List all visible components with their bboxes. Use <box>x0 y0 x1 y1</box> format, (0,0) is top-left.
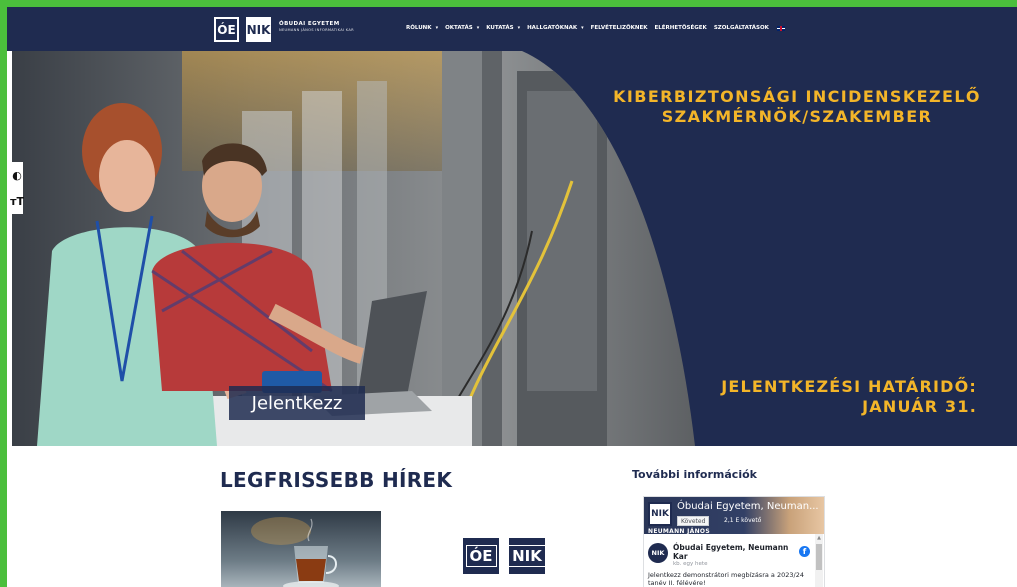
facebook-cover-text: NEUMANN JÁNOS <box>648 528 710 535</box>
facebook-post-time[interactable]: kb. egy hete <box>673 561 707 567</box>
nav-item-szolgaltatasok[interactable]: SZOLGÁLTATÁSOK <box>714 25 769 31</box>
news-logo-oe-text: ÓE <box>465 545 497 567</box>
facebook-page-name[interactable]: Óbudai Egyetem, Neuman... <box>677 501 819 512</box>
logo-nik[interactable]: NIK <box>246 17 271 42</box>
nav-label: KUTATÁS <box>486 25 514 31</box>
org-name-line2: NEUMANN JÁNOS INFORMATIKAI KAR <box>279 28 354 32</box>
facebook-icon[interactable]: f <box>799 546 810 557</box>
org-name[interactable]: ÓBUDAI EGYETEM NEUMANN JÁNOS INFORMATIKA… <box>279 21 354 32</box>
nav-label: OKTATÁS <box>445 25 473 31</box>
hero-deadline-line2: JANUÁR 31. <box>862 397 977 416</box>
accessibility-toolbar: ◐ ᴛT <box>10 162 24 214</box>
nav-item-kutatas[interactable]: KUTATÁS ▾ <box>486 25 520 31</box>
hero-title: KIBERBIZTONSÁGI INCIDENSKEZELŐ SZAKMÉRNÖ… <box>587 87 1007 127</box>
facebook-post-text: Jelentkezz demonstrátori megbízásra a 20… <box>648 571 804 587</box>
facebook-widget: NIK Óbudai Egyetem, Neuman... Követed 2,… <box>643 496 825 587</box>
hero-banner: KIBERBIZTONSÁGI INCIDENSKEZELŐ SZAKMÉRNÖ… <box>12 51 1017 446</box>
nav-item-elerhetosegek[interactable]: ELÉRHETŐSÉGEK <box>655 25 707 31</box>
news-logo-nik: NIK <box>508 538 546 574</box>
facebook-page-logo[interactable]: NIK <box>648 502 672 526</box>
facebook-post-avatar[interactable]: NIK <box>648 543 668 563</box>
main-nav: RÓLUNK ▾ OKTATÁS ▾ KUTATÁS ▾ HALLGATÓKNAK ▾ … <box>406 25 785 31</box>
logo-oe[interactable]: ÓE <box>214 17 239 42</box>
nav-item-rolunk[interactable]: RÓLUNK ▾ <box>406 25 438 31</box>
org-name-line1: ÓBUDAI EGYETEM <box>279 21 340 27</box>
news-logo-nik-text: NIK <box>508 545 546 567</box>
nav-label: ELÉRHETŐSÉGEK <box>654 25 707 31</box>
page-frame: ÓE NIK ÓBUDAI EGYETEM NEUMANN JÁNOS INFO… <box>0 0 1017 587</box>
news-logo-oe: ÓE <box>463 538 499 574</box>
nav-item-felvetelizoknek[interactable]: FELVÉTELIZŐKNEK <box>591 25 648 31</box>
hero-title-line1: KIBERBIZTONSÁGI INCIDENSKEZELŐ <box>613 87 981 106</box>
contrast-icon[interactable]: ◐ <box>11 162 23 188</box>
chevron-down-icon: ▾ <box>517 25 521 31</box>
info-heading: További információk <box>632 468 757 481</box>
font-size-icon[interactable]: ᴛT <box>10 188 24 214</box>
scrollbar-thumb[interactable] <box>816 544 822 570</box>
site-header: ÓE NIK ÓBUDAI EGYETEM NEUMANN JÁNOS INFO… <box>7 7 1017 51</box>
facebook-followers: 2,1 E követő <box>724 517 762 524</box>
news-image[interactable] <box>221 511 381 587</box>
scroll-up-icon[interactable]: ▲ <box>815 534 823 542</box>
nav-item-oktatas[interactable]: OKTATÁS ▾ <box>445 25 479 31</box>
chevron-down-icon: ▾ <box>435 25 439 31</box>
nav-item-hallgatoknak[interactable]: HALLGATÓKNAK ▾ <box>527 25 584 31</box>
nav-label: HALLGATÓKNAK <box>527 25 578 31</box>
chevron-down-icon: ▾ <box>476 25 480 31</box>
facebook-follow-button[interactable]: Követed <box>677 516 710 526</box>
chevron-down-icon: ▾ <box>581 25 584 31</box>
apply-button[interactable]: Jelentkezz <box>229 386 365 420</box>
hero-deadline-line1: JELENTKEZÉSI HATÁRIDŐ: <box>721 377 977 396</box>
facebook-cover[interactable]: NIK Óbudai Egyetem, Neuman... Követed 2,… <box>644 497 824 535</box>
nav-label: FELVÉTELIZŐKNEK <box>590 25 648 31</box>
hero-title-line2: SZAKMÉRNÖK/SZAKEMBER <box>661 107 933 126</box>
news-heading: LEGFRISSEBB HÍREK <box>220 468 453 492</box>
uk-flag-icon[interactable] <box>776 25 785 31</box>
nav-label: SZOLGÁLTATÁSOK <box>713 25 769 31</box>
facebook-scrollbar[interactable]: ▲ <box>815 534 823 587</box>
facebook-post-author[interactable]: Óbudai Egyetem, Neumann Kar <box>673 543 793 561</box>
nav-label: RÓLUNK <box>406 25 432 31</box>
hero-deadline: JELENTKEZÉSI HATÁRIDŐ: JANUÁR 31. <box>657 377 977 417</box>
